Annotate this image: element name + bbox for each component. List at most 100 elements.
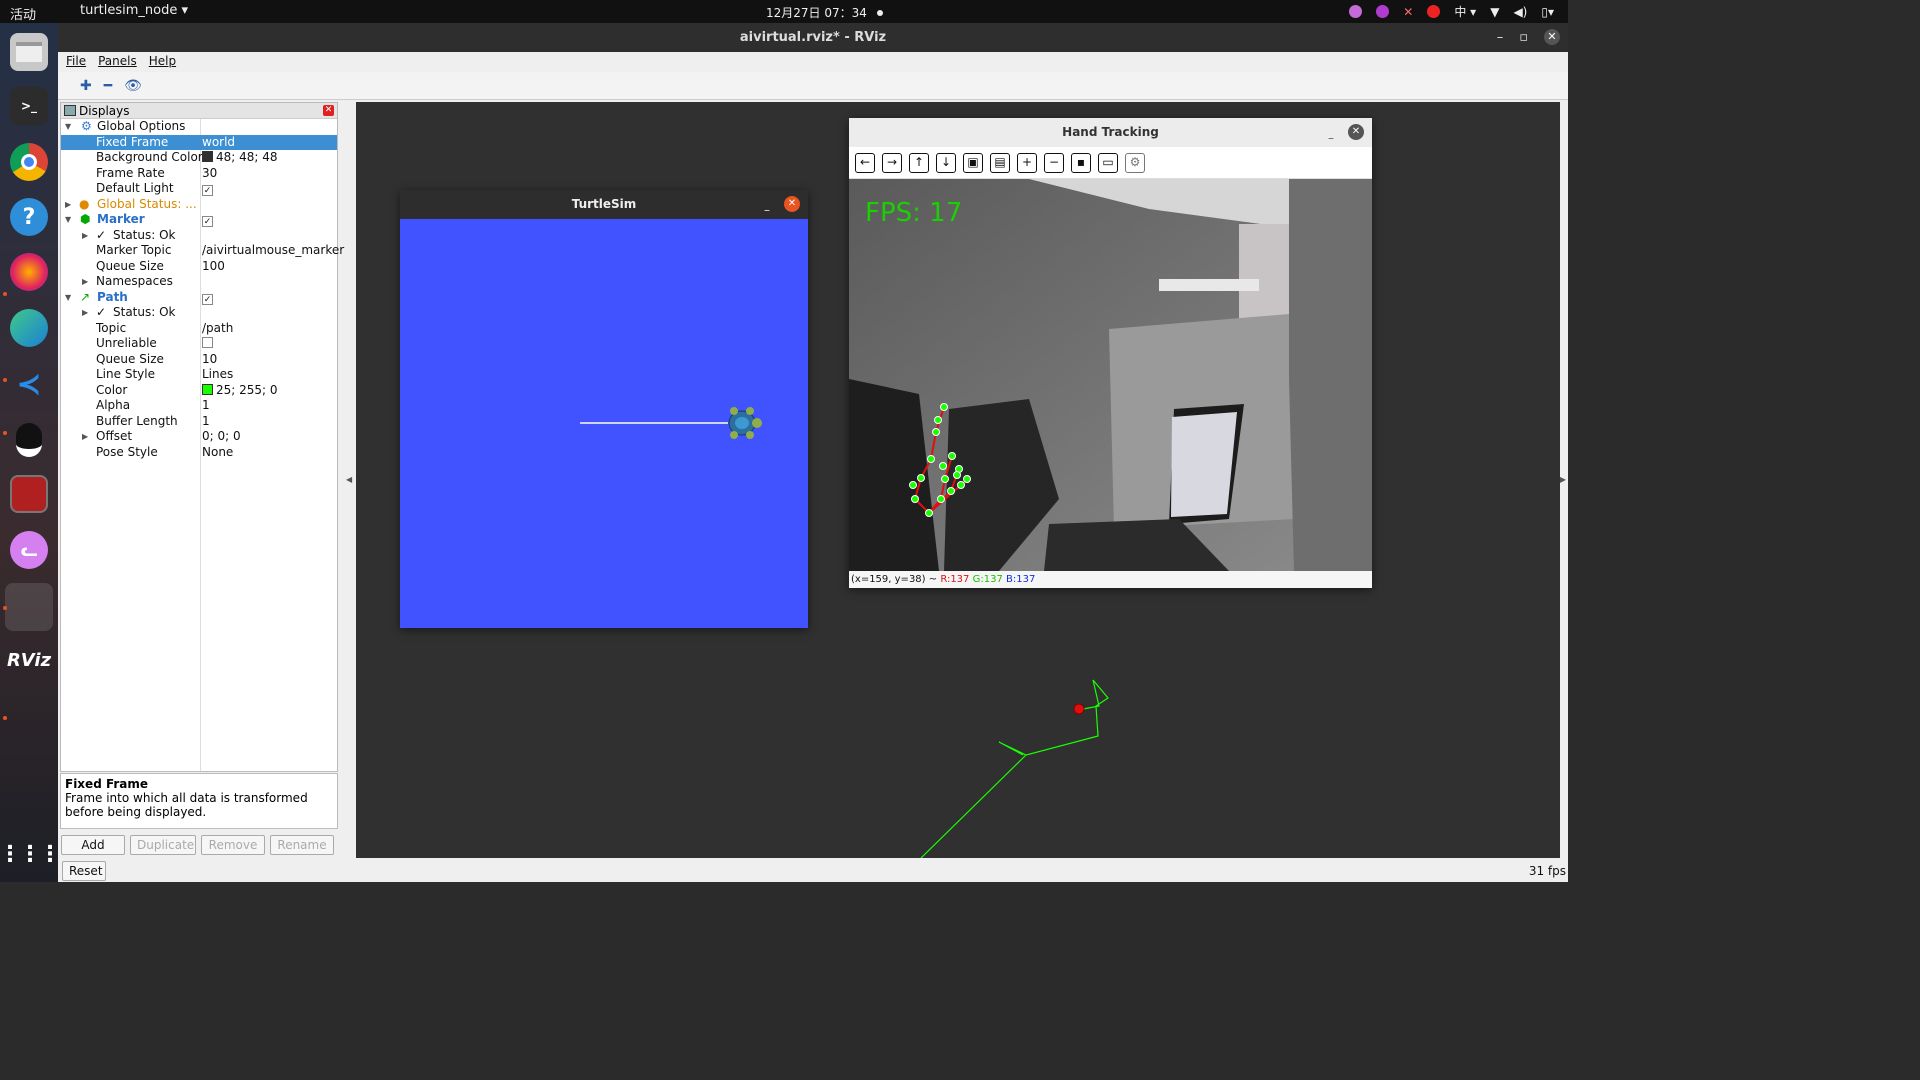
copy-icon[interactable]: ▭ <box>1098 152 1118 173</box>
collapse-right-icon[interactable]: ▶ <box>1560 475 1566 484</box>
offset-value[interactable]: 0; 0; 0 <box>202 429 241 445</box>
mic-icon[interactable]: ✕ <box>1403 5 1413 19</box>
input-method[interactable]: 中 ▾ <box>1454 3 1476 20</box>
volume-icon[interactable]: ◀) <box>1513 5 1527 19</box>
edge-icon[interactable] <box>10 309 48 347</box>
color-swatch <box>202 383 213 395</box>
app-tray-icon[interactable] <box>1349 5 1363 18</box>
pose-style-value[interactable]: None <box>202 445 233 461</box>
app-menu[interactable]: turtlesim_node ▾ <box>80 3 188 18</box>
panel-close-icon[interactable]: ✕ <box>323 105 334 116</box>
default-light-checkbox[interactable]: ✓ <box>202 185 213 196</box>
maximize-icon[interactable]: ▫ <box>1519 23 1528 52</box>
arrow-up-icon[interactable]: ↑ <box>909 152 929 173</box>
tree-row-background-color[interactable]: Background Color 48; 48; 48 <box>61 150 337 166</box>
close-icon[interactable]: ✕ <box>1348 124 1364 140</box>
color-value[interactable]: 25; 255; 0 <box>202 383 278 399</box>
tree-row-alpha[interactable]: Alpha 1 <box>61 398 337 414</box>
arrow-left-icon[interactable]: ← <box>855 152 875 173</box>
chrome-icon[interactable] <box>10 143 48 181</box>
terminal-icon[interactable]: >_ <box>10 87 48 125</box>
tree-row-color[interactable]: Color 25; 255; 0 <box>61 383 337 399</box>
collapse-left-icon[interactable]: ◀ <box>346 475 352 484</box>
frame-rate-value[interactable]: 30 <box>202 166 217 182</box>
rviz-icon[interactable]: RViz <box>7 641 51 679</box>
cat-icon[interactable]: ᓚ <box>10 531 48 569</box>
tree-row-namespaces[interactable]: ▶ Namespaces <box>61 274 337 290</box>
marker-topic-value[interactable]: /aivirtualmouse_marker <box>202 243 344 259</box>
menu-file[interactable]: File <box>66 52 86 72</box>
arrow-right-icon[interactable]: → <box>882 152 902 173</box>
firefox-icon[interactable] <box>10 253 48 291</box>
tree-row-frame-rate[interactable]: Frame Rate 30 <box>61 166 337 182</box>
turtle-canvas <box>580 407 762 439</box>
arrow-down-icon[interactable]: ↓ <box>936 152 956 173</box>
tree-row-queue-size-2[interactable]: Queue Size 10 <box>61 352 337 368</box>
app-icon[interactable] <box>10 475 48 513</box>
tree-row-unreliable[interactable]: Unreliable <box>61 336 337 352</box>
tree-row-global-status[interactable]: ▶ ● Global Status: ... <box>61 197 337 213</box>
rename-button[interactable]: Rename <box>270 835 334 855</box>
activities-button[interactable]: 活动 <box>10 4 36 23</box>
tree-row-marker-status[interactable]: ▶ ✓ Status: Ok <box>61 228 337 244</box>
minimize-icon[interactable]: – <box>764 196 770 225</box>
queue-size-value[interactable]: 10 <box>202 352 217 368</box>
tree-row-pose-style[interactable]: Pose Style None <box>61 445 337 461</box>
qq-icon[interactable] <box>10 421 48 459</box>
active-window-slot[interactable] <box>5 583 53 631</box>
original-size-icon[interactable]: ▤ <box>990 152 1010 173</box>
tree-row-offset[interactable]: ▶ Offset 0; 0; 0 <box>61 429 337 445</box>
reset-button[interactable]: Reset <box>62 861 106 881</box>
tree-row-default-light[interactable]: Default Light ✓ <box>61 181 337 197</box>
tree-row-queue-size[interactable]: Queue Size 100 <box>61 259 337 275</box>
zoom-in-icon[interactable]: + <box>1017 152 1037 173</box>
tree-row-global-options[interactable]: ▼ ⚙ Global Options <box>61 119 337 135</box>
tree-row-marker-topic[interactable]: Marker Topic/aivirtualmouse_marker <box>61 243 344 259</box>
grid-icon[interactable]: ⋮⋮⋮ <box>0 835 61 873</box>
app-tray-icon-2[interactable] <box>1376 5 1390 18</box>
topic-value[interactable]: /path <box>202 321 233 337</box>
unreliable-checkbox[interactable] <box>202 337 213 348</box>
remove-button[interactable]: Remove <box>201 835 265 855</box>
minus-icon[interactable]: ━ <box>104 78 112 94</box>
fixed-frame-value[interactable]: world <box>202 135 235 151</box>
queue-size-value[interactable]: 100 <box>202 259 225 275</box>
add-button[interactable]: Add <box>61 835 125 855</box>
line-style-value[interactable]: Lines <box>202 367 233 383</box>
eye-icon[interactable]: 👁 <box>124 78 142 94</box>
battery-icon[interactable]: ▯▾ <box>1541 5 1554 19</box>
turtlesim-window[interactable]: TurtleSim – ✕ <box>400 190 808 628</box>
menu-panels[interactable]: Panels <box>98 52 137 72</box>
help-icon[interactable]: ? <box>10 198 48 236</box>
save-icon[interactable]: ▪ <box>1071 152 1091 173</box>
close-icon[interactable]: ✕ <box>1544 29 1560 45</box>
close-icon[interactable]: ✕ <box>784 196 800 212</box>
tree-row-fixed-frame[interactable]: Fixed Frame world <box>61 134 337 151</box>
hand-tracking-window[interactable]: Hand Tracking – ✕ ← → ↑ ↓ ▣ ▤ + − ▪ ▭ ⚙ <box>849 118 1372 588</box>
menu-help[interactable]: Help <box>149 52 176 72</box>
clock[interactable]: 12月27日 07：34 <box>766 4 883 21</box>
marker-checkbox[interactable]: ✓ <box>202 216 213 227</box>
alpha-value[interactable]: 1 <box>202 398 210 414</box>
duplicate-button[interactable]: Duplicate <box>130 835 196 855</box>
tree-row-topic[interactable]: Topic/path <box>61 321 337 337</box>
tree-row-path-status[interactable]: ▶ ✓ Status: Ok <box>61 305 337 321</box>
block-icon[interactable] <box>1427 5 1441 18</box>
minimize-icon[interactable]: – <box>1328 124 1334 153</box>
tree-row-line-style[interactable]: Line Style Lines <box>61 367 337 383</box>
path-checkbox[interactable]: ✓ <box>202 293 213 305</box>
background-color-value[interactable]: 48; 48; 48 <box>202 150 278 166</box>
tree-row-buffer-length[interactable]: Buffer Length 1 <box>61 414 337 430</box>
fit-image-icon[interactable]: ▣ <box>963 152 983 173</box>
files-icon[interactable] <box>10 33 48 71</box>
vscode-icon[interactable]: ≺ <box>10 365 48 403</box>
minimize-icon[interactable]: – <box>1497 23 1504 52</box>
properties-icon[interactable]: ⚙ <box>1125 152 1145 173</box>
camera-image[interactable]: FPS: 17 <box>849 179 1372 571</box>
plus-icon[interactable]: ✚ <box>80 78 92 94</box>
tree-row-marker[interactable]: ▼ ⬢ Marker ✓ <box>61 212 337 228</box>
zoom-out-icon[interactable]: − <box>1044 152 1064 173</box>
tree-row-path[interactable]: ▼ ↗ Path ✓ <box>61 290 337 306</box>
buffer-length-value[interactable]: 1 <box>202 414 210 430</box>
wifi-icon[interactable]: ▼ <box>1490 5 1499 19</box>
